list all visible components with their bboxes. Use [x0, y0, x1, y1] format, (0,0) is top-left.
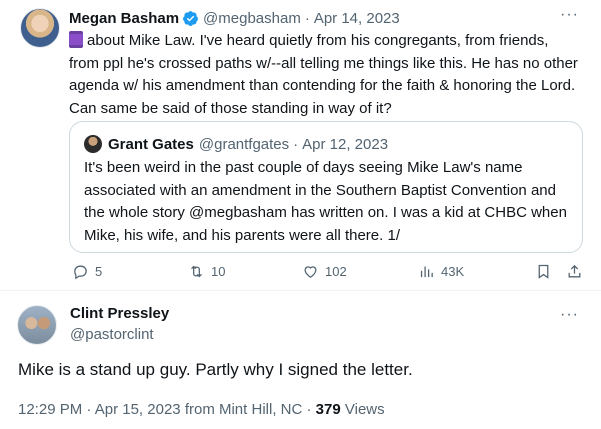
reply-views-label: Views [344, 401, 385, 418]
header-separator: · [304, 9, 310, 27]
more-options-icon[interactable]: ··· [560, 6, 579, 24]
verified-badge-icon [183, 10, 198, 26]
tweet-date[interactable]: Apr 14, 2023 [314, 10, 400, 27]
scroll-emoji-icon [69, 31, 83, 48]
reply-date[interactable]: Apr 15, 2023 [95, 401, 181, 418]
like-count: 102 [325, 263, 347, 279]
reply-author-handle[interactable]: @pastorclint [70, 326, 154, 343]
quoted-tweet[interactable]: Grant Gates @grantfgates · Apr 12, 2023 … [69, 121, 583, 253]
tweet-actions: 5 10 102 43K [72, 261, 584, 281]
reply-location: from Mint Hill, NC [184, 401, 303, 418]
avatar [84, 135, 102, 153]
views-count: 43K [441, 263, 465, 279]
reply-meta: 12:29 PM · Apr 15, 2023 from Mint Hill, … [18, 401, 385, 418]
share-icon [568, 264, 581, 277]
quoted-header-separator: · [293, 135, 299, 153]
reply-text: Mike is a stand up guy. Partly why I sig… [18, 360, 413, 379]
views-button[interactable]: 43K [418, 261, 464, 281]
bookmark-button[interactable] [535, 261, 552, 281]
meta-separator: · [306, 401, 312, 418]
reply-author-name[interactable]: Clint Pressley [70, 305, 169, 322]
share-button[interactable] [566, 261, 583, 281]
retweet-icon [191, 265, 202, 277]
meta-separator: · [86, 401, 92, 418]
reply-button[interactable]: 5 [72, 261, 102, 281]
avatar[interactable] [17, 305, 57, 345]
reply-count: 5 [95, 263, 103, 279]
tweet-megan-basham[interactable]: Megan Basham @megbasham · Apr 14, 2023 ·… [0, 0, 601, 290]
divider [0, 290, 601, 291]
reply-time[interactable]: 12:29 PM [18, 401, 82, 418]
author-handle[interactable]: @megbasham [203, 10, 301, 27]
tweet-text: about Mike Law. I've heard quietly from … [69, 30, 581, 120]
like-button[interactable]: 102 [302, 261, 347, 281]
tweet-text-content: about Mike Law. I've heard quietly from … [69, 32, 578, 117]
bookmark-icon [538, 264, 549, 279]
avatar[interactable] [20, 8, 60, 48]
reply-icon [74, 265, 87, 279]
quoted-author-handle: @grantfgates [198, 135, 290, 153]
heart-icon [304, 265, 317, 278]
retweet-count: 10 [211, 263, 226, 279]
quoted-tweet-date: Apr 12, 2023 [302, 135, 389, 153]
reply-more-options-icon[interactable]: ··· [560, 306, 579, 324]
quoted-author-name: Grant Gates [108, 135, 194, 153]
quoted-tweet-header: Grant Gates @grantfgates · Apr 12, 2023 [84, 134, 388, 154]
quoted-tweet-text: It's been weird in the past couple of da… [84, 159, 567, 244]
analytics-icon [420, 266, 433, 277]
reply-views-count: 379 [315, 401, 341, 418]
author-name[interactable]: Megan Basham [69, 10, 179, 27]
retweet-button[interactable]: 10 [188, 261, 225, 281]
tweet-header: Megan Basham @megbasham · Apr 14, 2023 [69, 8, 400, 28]
